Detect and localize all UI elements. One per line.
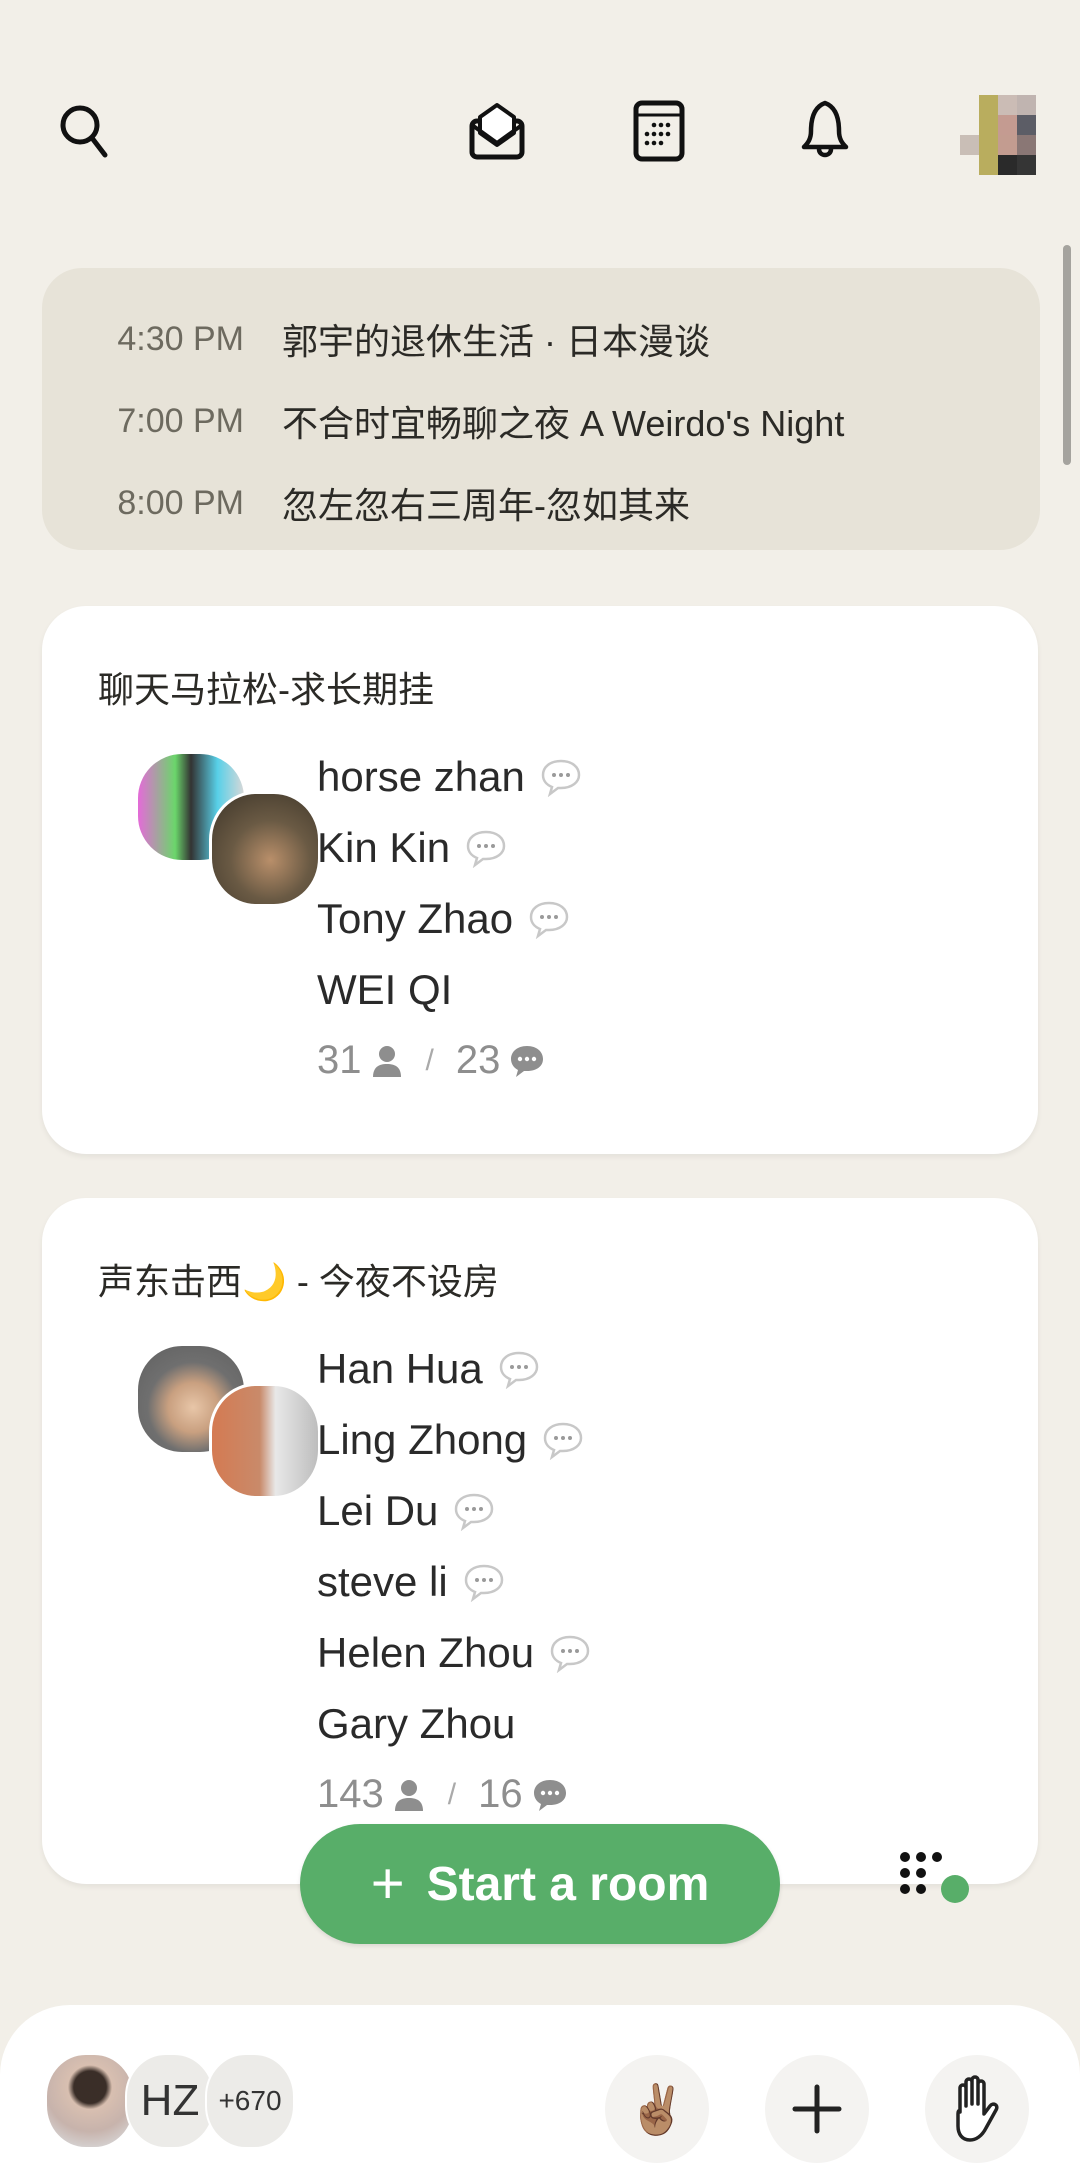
more-friends-count: +670 [205, 2053, 295, 2149]
speaker-count: 16 [478, 1772, 523, 1816]
friend-avatar [45, 2053, 135, 2149]
speaker-row: horse zhan [317, 741, 583, 812]
speaker-row: Kin Kin [317, 812, 583, 883]
speaker-row: WEI QI [317, 954, 583, 1025]
event-time: 8:00 PM [117, 483, 244, 522]
upcoming-event[interactable]: 8:00 PM 忽左忽右三周年-忽如其来 [42, 462, 1040, 544]
bottom-bar: HZ +670 ✌🏽 [0, 2005, 1080, 2175]
room-avatars [97, 1343, 321, 1503]
chat-bubble-icon [464, 1564, 503, 1602]
room-title: 聊天马拉松-求长期挂 [98, 669, 434, 710]
room-title: 声东击西🌙 - 今夜不设房 [98, 1261, 499, 1302]
person-icon [372, 1045, 401, 1077]
speaker-list: Han Hua Ling Zhong Lei Du steve li Helen… [317, 1333, 592, 1830]
upcoming-events-panel[interactable]: 4:30 PM 郭宇的退休生活 · 日本漫谈 7:00 PM 不合时宜畅聊之夜 … [42, 268, 1040, 550]
friend-initials-avatar: HZ [125, 2053, 215, 2149]
chat-bubble-icon [541, 759, 581, 797]
upcoming-event[interactable]: 7:00 PM 不合时宜畅聊之夜 A Weirdo's Night [42, 380, 1040, 462]
speaker-name: WEI QI [317, 965, 453, 1013]
chat-bubble-icon [455, 1493, 494, 1531]
room-avatars [97, 751, 321, 911]
person-icon [394, 1779, 423, 1811]
room-card[interactable]: 聊天马拉松-求长期挂 horse zhan Kin Kin Tony Zhao … [42, 606, 1038, 1154]
plus-icon: + [370, 1851, 405, 1916]
speaker-count: 23 [455, 1038, 501, 1082]
scrollbar[interactable] [1063, 245, 1071, 465]
room-card[interactable]: 声东击西🌙 - 今夜不设房 Han Hua Ling Zhong Lei Du … [42, 1198, 1038, 1884]
speaker-row: Tony Zhao [317, 883, 583, 954]
stats-separator: / [447, 1777, 457, 1811]
speaker-name: Lei Du [317, 1486, 439, 1534]
speaker-row: Han Hua [317, 1333, 592, 1404]
listener-count: 143 [317, 1772, 384, 1816]
speaker-row: Gary Zhou [317, 1688, 592, 1759]
plus-icon [792, 2084, 842, 2134]
speaker-name: Gary Zhou [317, 1699, 516, 1747]
speaker-name: Tony Zhao [317, 894, 514, 942]
profile-avatar[interactable] [960, 95, 1036, 177]
speaker-name: steve li [317, 1557, 448, 1605]
speaker-list: horse zhan Kin Kin Tony Zhao WEI QI 31 /… [317, 741, 583, 1096]
search-icon[interactable] [50, 95, 120, 165]
room-stats: 143 / 16 [317, 1759, 592, 1830]
room-stats: 31 / 23 [317, 1025, 583, 1096]
speaker-row: Ling Zhong [317, 1404, 592, 1475]
raise-hand-button[interactable] [925, 2055, 1029, 2163]
event-title: 不合时宜畅聊之夜 A Weirdo's Night [282, 403, 845, 444]
speaker-name: Han Hua [317, 1344, 483, 1392]
raise-hand-icon [956, 2075, 999, 2142]
top-bar [0, 0, 1080, 240]
speaker-name: Helen Zhou [317, 1628, 535, 1676]
chat-icon [533, 1779, 566, 1811]
speaker-avatar [209, 1383, 321, 1499]
chat-icon [511, 1045, 544, 1077]
online-friends-grid-icon[interactable] [895, 1845, 985, 1925]
start-room-label: Start a room [426, 1857, 710, 1911]
speaker-name: horse zhan [317, 752, 525, 800]
event-time: 4:30 PM [117, 319, 244, 358]
speaker-row: Helen Zhou [317, 1617, 592, 1688]
event-time: 7:00 PM [117, 401, 244, 440]
chat-bubble-icon [466, 830, 506, 868]
chat-bubble-icon [550, 1635, 590, 1673]
chat-bubble-icon [529, 901, 569, 939]
event-title: 忽左忽右三周年-忽如其来 [282, 485, 690, 526]
speaker-avatar [209, 791, 321, 907]
stats-separator: / [425, 1043, 434, 1077]
speaker-row: steve li [317, 1546, 592, 1617]
chat-bubble-icon [499, 1351, 539, 1389]
wave-button[interactable]: ✌🏽 [605, 2055, 709, 2163]
speaker-name: Kin Kin [317, 823, 451, 871]
upcoming-event[interactable]: 4:30 PM 郭宇的退休生活 · 日本漫谈 [42, 298, 1040, 380]
chat-bubble-icon [543, 1422, 583, 1460]
speaker-row: Lei Du [317, 1475, 592, 1546]
start-room-button[interactable]: + Start a room [300, 1824, 780, 1944]
friends-in-room[interactable]: HZ +670 [45, 2053, 295, 2153]
event-title: 郭宇的退休生活 · 日本漫谈 [282, 321, 710, 362]
notifications-bell-icon[interactable] [790, 95, 860, 165]
add-button[interactable] [765, 2055, 869, 2163]
calendar-icon[interactable] [624, 95, 694, 165]
listener-count: 31 [317, 1038, 362, 1082]
speaker-name: Ling Zhong [317, 1415, 528, 1463]
invite-envelope-icon[interactable] [462, 95, 532, 165]
peace-hand-icon: ✌🏽 [627, 2081, 687, 2138]
